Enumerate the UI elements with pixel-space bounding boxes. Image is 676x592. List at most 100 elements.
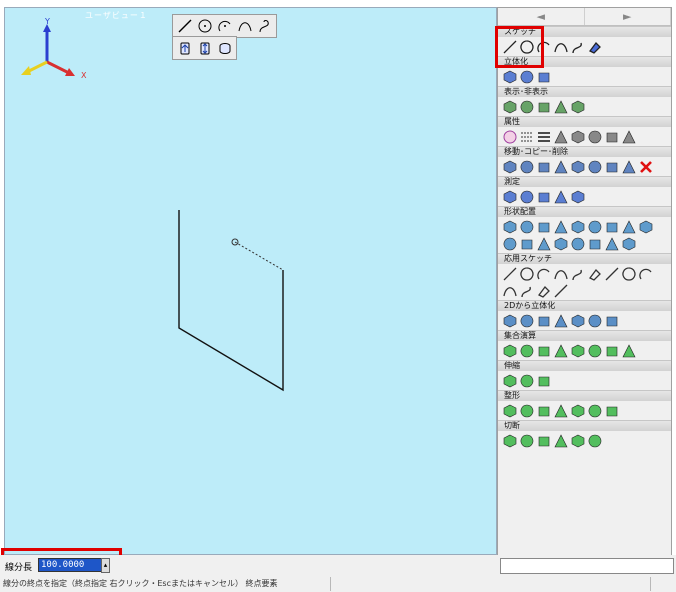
split-icon[interactable] <box>553 343 568 358</box>
cone-icon[interactable] <box>553 219 568 234</box>
mirror-copy-icon[interactable] <box>604 159 619 174</box>
slice-icon[interactable] <box>519 433 534 448</box>
section-header-modify[interactable]: 整形 <box>498 390 671 401</box>
section-header-from2d[interactable]: 2Dから立体化 <box>498 300 671 311</box>
fillet-icon[interactable] <box>587 236 602 251</box>
mirror-icon[interactable] <box>536 159 551 174</box>
line-width-icon[interactable] <box>536 129 551 144</box>
combine-icon[interactable] <box>604 343 619 358</box>
sweep-icon[interactable] <box>519 313 534 328</box>
measure-distance-icon[interactable] <box>519 189 534 204</box>
extrude-both-icon[interactable] <box>195 39 214 57</box>
delete-icon[interactable] <box>638 159 653 174</box>
cut-solid-icon[interactable] <box>570 433 585 448</box>
section-header-boolean[interactable]: 集合演算 <box>498 330 671 341</box>
chamfer-icon[interactable] <box>604 236 619 251</box>
measure-angle-icon[interactable] <box>553 189 568 204</box>
snap-icon[interactable] <box>638 266 653 281</box>
section-header-attribute[interactable]: 属性 <box>498 116 671 127</box>
point-icon[interactable] <box>587 266 602 281</box>
section-icon[interactable] <box>553 433 568 448</box>
circle-icon[interactable] <box>195 17 214 35</box>
hide-icon[interactable] <box>553 99 568 114</box>
prism-icon[interactable] <box>519 219 534 234</box>
measure-length-icon[interactable] <box>536 189 551 204</box>
stretch-face-icon[interactable] <box>536 373 551 388</box>
cube-icon[interactable] <box>570 129 585 144</box>
eraser-icon[interactable] <box>587 39 602 54</box>
box-icon[interactable] <box>536 219 551 234</box>
face-icon[interactable] <box>553 129 568 144</box>
trim-icon[interactable] <box>519 266 534 281</box>
project-icon[interactable] <box>536 283 551 298</box>
merge-icon[interactable] <box>570 343 585 358</box>
intersect-icon[interactable] <box>536 343 551 358</box>
measure-volume-icon[interactable] <box>570 189 585 204</box>
segment-length-spinner[interactable]: ▴ <box>101 558 110 573</box>
layer-icon[interactable] <box>519 99 534 114</box>
chamfer-face-icon[interactable] <box>536 403 551 418</box>
stretch-up-icon[interactable] <box>502 373 517 388</box>
line-style-icon[interactable] <box>519 129 534 144</box>
section-header-showhide[interactable]: 表示･非表示 <box>498 86 671 97</box>
subtract-icon[interactable] <box>519 343 534 358</box>
taper-icon[interactable] <box>570 313 585 328</box>
section-header-section[interactable]: 切断 <box>498 420 671 431</box>
segment-length-input[interactable]: 100.0000 <box>38 558 102 572</box>
bevel-icon[interactable] <box>519 403 534 418</box>
explode-icon[interactable] <box>621 343 636 358</box>
extend-icon[interactable] <box>536 266 551 281</box>
color-icon[interactable] <box>502 129 517 144</box>
cut-icon[interactable] <box>587 343 602 358</box>
pipe-icon[interactable] <box>553 236 568 251</box>
extrude-icon[interactable] <box>175 39 194 57</box>
curve-icon[interactable] <box>235 17 254 35</box>
hole-icon[interactable] <box>570 236 585 251</box>
gear-icon[interactable] <box>536 236 551 251</box>
spline-icon[interactable] <box>255 17 274 35</box>
layer-stack-icon[interactable] <box>587 129 602 144</box>
section-header-shape[interactable]: 形状配置 <box>498 206 671 217</box>
deform-icon[interactable] <box>604 403 619 418</box>
round-edge-icon[interactable] <box>502 403 517 418</box>
material-icon[interactable] <box>604 129 619 144</box>
rotate-copy-icon[interactable] <box>587 159 602 174</box>
revolve-icon[interactable] <box>215 39 234 57</box>
draft-icon[interactable] <box>587 313 602 328</box>
copy-move-icon[interactable] <box>570 159 585 174</box>
capsule-icon[interactable] <box>638 219 653 234</box>
offset-icon[interactable] <box>502 266 517 281</box>
section-header-measure[interactable]: 測定 <box>498 176 671 187</box>
section-header-stretch[interactable]: 伸縮 <box>498 360 671 371</box>
texture-icon[interactable] <box>621 129 636 144</box>
measure-point-icon[interactable] <box>502 189 517 204</box>
view-icon[interactable] <box>502 99 517 114</box>
shell-icon[interactable] <box>553 313 568 328</box>
line-icon[interactable] <box>175 17 194 35</box>
ring-icon[interactable] <box>502 236 517 251</box>
loft-icon[interactable] <box>536 313 551 328</box>
lift-icon[interactable] <box>502 313 517 328</box>
cut-plane-icon[interactable] <box>502 433 517 448</box>
hemisphere-icon[interactable] <box>621 219 636 234</box>
divide-icon[interactable] <box>621 266 636 281</box>
flatten-icon[interactable] <box>570 403 585 418</box>
pyramid-icon[interactable] <box>570 219 585 234</box>
bend-icon[interactable] <box>502 283 517 298</box>
move-icon[interactable] <box>502 159 517 174</box>
tangent-icon[interactable] <box>519 283 534 298</box>
curve-icon[interactable] <box>553 39 568 54</box>
panel-next-button[interactable]: ► <box>585 8 671 25</box>
extrude-both-icon[interactable] <box>519 69 534 84</box>
polygon-icon[interactable] <box>604 266 619 281</box>
revolve-icon[interactable] <box>536 69 551 84</box>
wrap-icon[interactable] <box>553 283 568 298</box>
toggle-icon[interactable] <box>570 99 585 114</box>
separate-icon[interactable] <box>587 433 602 448</box>
stretch-side-icon[interactable] <box>519 373 534 388</box>
arc-icon[interactable] <box>215 17 234 35</box>
command-input[interactable] <box>500 558 674 574</box>
panel-prev-button[interactable]: ◄ <box>498 8 585 25</box>
torus-icon[interactable] <box>587 219 602 234</box>
pattern-icon[interactable] <box>570 266 585 281</box>
